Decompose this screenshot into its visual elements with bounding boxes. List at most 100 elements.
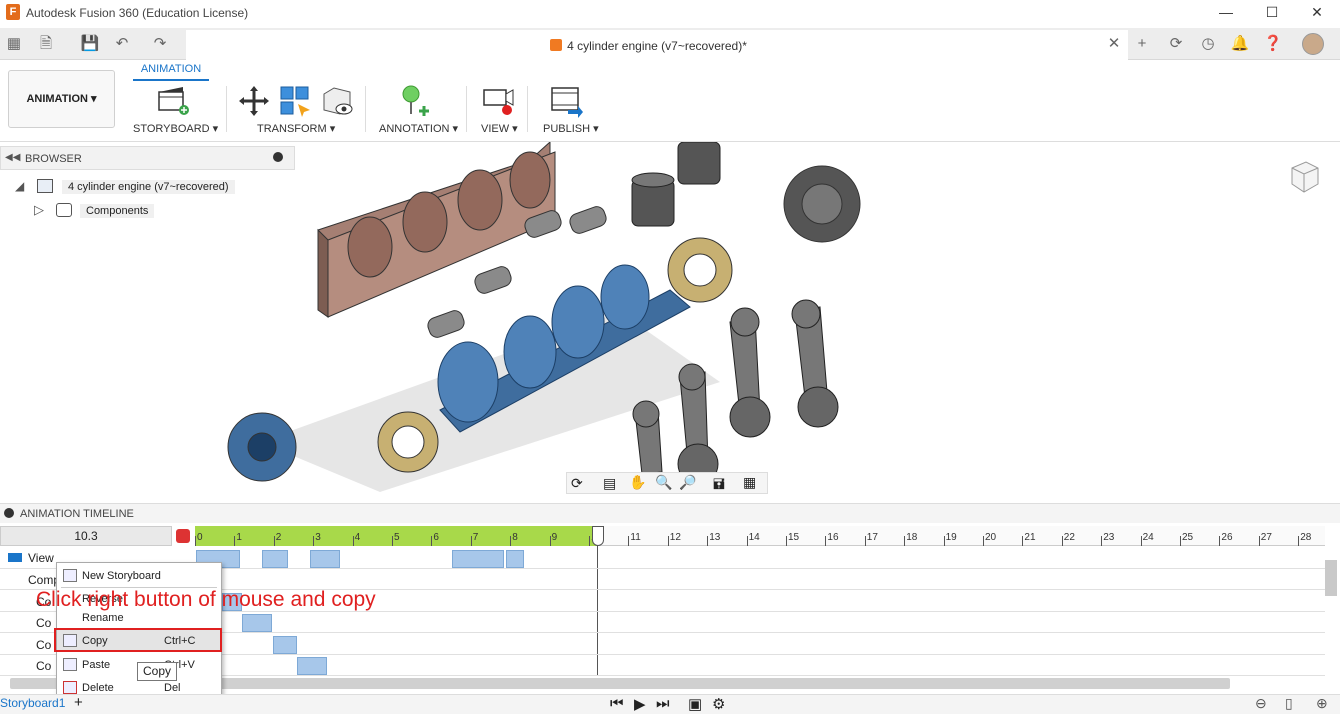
storyboard-tab[interactable]: Storyboard1 [0,696,65,710]
document-tab-title: 4 cylinder engine (v7~recovered)* [567,39,747,53]
fit-timeline-icon[interactable]: ▣ [688,695,702,713]
notifications-icon[interactable]: 🔔 [1230,34,1250,54]
timeline-title: ANIMATION TIMELINE [20,508,134,520]
menu-item-new-storyboard[interactable]: New Storyboard [57,565,221,587]
display-settings-icon[interactable]: 🖬 [713,474,725,498]
timeline-tick-mark [1258,536,1260,546]
timeline-tick-mark [746,536,748,546]
app-grid-icon[interactable]: ▦ [4,34,24,54]
skip-end-icon[interactable]: ⏭ [656,695,670,712]
help-icon[interactable]: ❓ [1263,34,1283,54]
expand-icon[interactable]: ◢ [15,179,24,193]
timeline-tick-mark [431,536,433,546]
tooltip: Copy [137,662,177,681]
browser-title: BROWSER [25,153,82,165]
new-storyboard-icon[interactable] [156,84,190,118]
workspace-label: ANIMATION [26,93,88,105]
timeline-tick-mark [1140,536,1142,546]
zoom-in-icon[interactable]: ⊕ [1316,695,1328,712]
undo-icon[interactable]: ↶ [112,34,132,54]
ribbon-divider [527,86,528,132]
transform-components-icon[interactable] [278,84,312,118]
menu-label: Paste [82,659,111,671]
current-time-field[interactable]: 10.3 [0,526,172,546]
timeline-tick-label: 3 [315,532,321,543]
timeline-tick-mark [195,536,196,546]
transform-keyframe[interactable] [242,614,272,632]
timeline-tick-mark [825,536,827,546]
camera-keyframe[interactable] [506,550,524,568]
pan-icon[interactable]: ✋ [629,474,646,491]
vertical-scrollbar[interactable] [1325,560,1337,596]
transform-keyframe[interactable] [297,657,327,675]
grid-settings-icon[interactable]: ▦ [743,474,756,491]
browser-components-node[interactable]: ▷ Components [0,202,160,224]
timeline-tick-label: 9 [551,532,558,543]
orbit-icon[interactable]: ⟳ [571,475,583,492]
viewport-3d-model[interactable] [200,142,900,500]
timeline-zoom-slider[interactable]: ▯ [1285,695,1293,712]
look-at-icon[interactable]: ▤ [603,475,616,492]
timeline-tick-mark [1298,536,1300,546]
timeline-tick-label: 23 [1103,532,1115,543]
move-icon[interactable] [237,84,271,118]
camera-keyframe[interactable] [262,550,288,568]
zoom-out-icon[interactable]: ⊖ [1255,695,1267,712]
publish-video-icon[interactable] [550,84,584,118]
publish-group[interactable]: PUBLISH ▾ [543,122,599,135]
storyboard-group[interactable]: STORYBOARD ▾ [133,122,218,135]
animation-timeline-header[interactable]: ANIMATION TIMELINE [0,503,1340,523]
delete-menu-icon [63,681,77,694]
collapse-browser-icon[interactable]: ◀◀ [5,152,20,163]
fit-icon[interactable]: 🔎 [679,474,696,491]
timeline-tick-mark [549,536,551,546]
delete-icon[interactable] [176,529,190,543]
timeline-tick-label: 11 [630,532,641,543]
zoom-icon[interactable]: 🔍 [655,474,672,491]
playhead-handle[interactable] [592,526,604,546]
annotation-pin-icon[interactable] [398,84,432,118]
timeline-tick-label: 1 [236,532,242,543]
view-cube-icon[interactable] [1286,156,1322,198]
expand-arrow-icon[interactable]: ▷ [34,202,44,218]
timeline-tick-label: 8 [512,532,518,543]
add-storyboard-button[interactable]: + [74,694,83,711]
timeline-tick-label: 20 [985,532,997,543]
redo-icon[interactable]: ↷ [150,34,170,54]
settings-icon[interactable]: ⚙ [712,695,725,713]
timeline-tick-label: 22 [1063,532,1075,543]
file-icon[interactable]: 🗎 [36,34,56,54]
document-tab[interactable]: 4 cylinder engine (v7~recovered)* [186,30,1128,60]
camera-record-icon[interactable] [482,84,516,118]
skip-start-icon[interactable]: ⏮ [610,695,624,712]
component-icon [550,39,562,51]
camera-keyframe[interactable] [310,550,340,568]
transform-keyframe[interactable] [273,636,297,654]
job-status-icon[interactable]: ◷ [1198,34,1218,54]
timeline-tick-label: 14 [748,532,760,543]
cylinder-block [317,142,556,318]
timeline-tick-mark [707,536,709,546]
save-icon[interactable]: 💾 [80,34,100,54]
view-visibility-icon[interactable] [320,84,354,118]
timeline-tick-mark [1180,536,1181,546]
transform-group[interactable]: TRANSFORM ▾ [257,122,335,135]
avatar[interactable] [1302,33,1324,55]
timeline-tick-mark [510,536,512,546]
collapse-timeline-icon[interactable] [4,508,14,518]
workspace-switcher-button[interactable]: ANIMATION ▾ [8,70,115,128]
close-icon[interactable]: ✕ [1307,4,1327,20]
tab-close-icon[interactable]: ✕ [1104,34,1124,54]
new-tab-icon[interactable]: + [1132,34,1152,54]
play-icon[interactable]: ▶ [634,695,646,713]
timeline-tick-label: 25 [1182,532,1194,543]
tab-animation[interactable]: ANIMATION [133,63,209,81]
minimize-icon[interactable]: — [1216,4,1236,20]
view-group[interactable]: VIEW ▾ [481,122,518,135]
extensions-icon[interactable]: ⟳ [1166,34,1186,54]
timeline-tick-label: 18 [906,532,918,543]
maximize-icon[interactable]: ☐ [1262,4,1282,20]
camera-keyframe[interactable] [452,550,504,568]
annotation-group[interactable]: ANNOTATION ▾ [379,122,458,135]
timeline-tick-label: 4 [354,532,361,543]
